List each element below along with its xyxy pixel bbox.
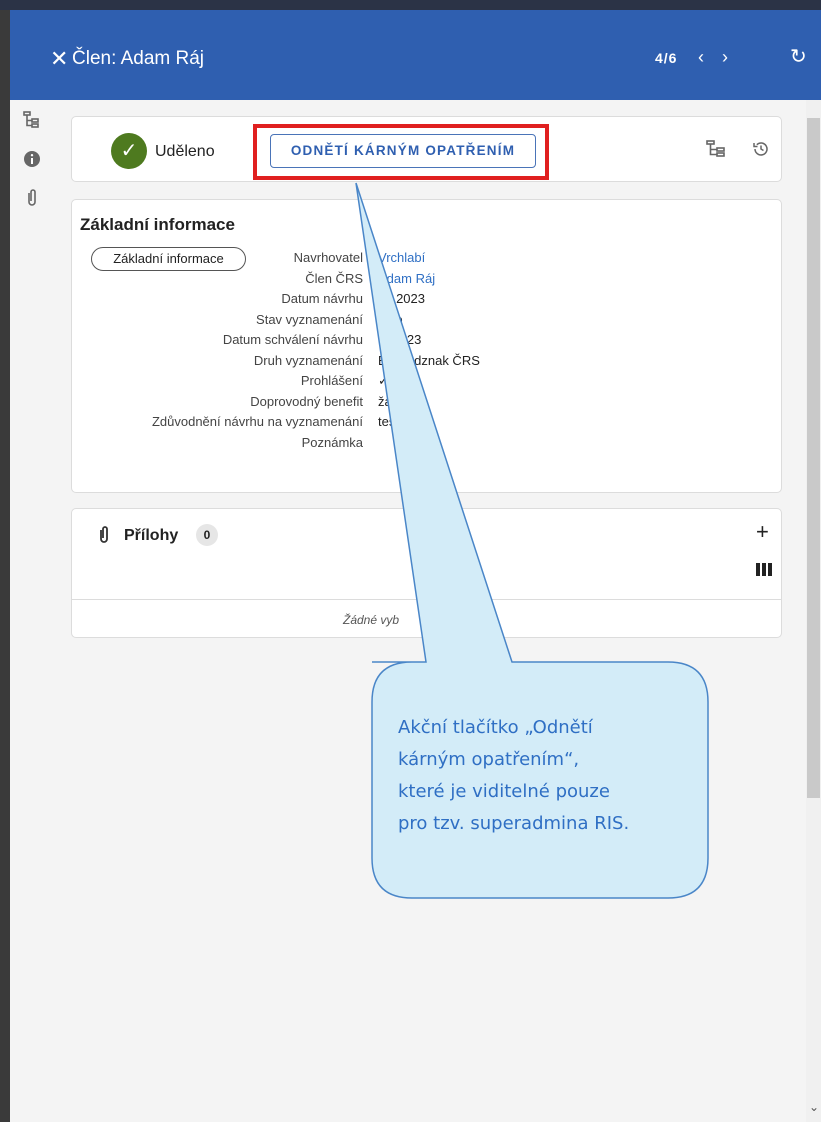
field-value[interactable]: Vrchlabí [378,250,425,265]
field-label: Doprovodný benefit [250,393,363,409]
tree-svg-right [706,140,725,157]
info-row: Druh vyznamenání B vý odznak ČRS [72,353,783,373]
field-label: Poznámka [301,434,363,450]
field-label: Člen ČRS [305,270,363,286]
app-root: ✕ Člen: Adam Ráj 4/6 ‹ › ↻ ⌄ ✓ Uděleno O… [0,0,821,1122]
attachments-count-badge: 0 [196,524,218,546]
close-icon[interactable]: ✕ [50,48,68,70]
check-icon: ✓ [111,133,147,169]
history-svg [753,142,768,156]
section-title: Základní informace [80,215,235,234]
field-value: žá [378,393,392,409]
field-value: tes [378,414,396,429]
callout-line: kárným opatřením“, [398,749,580,770]
attachments-title: Přílohy [124,527,179,544]
attachments-card: Přílohy 0 + Žádné vyb [71,508,782,638]
paperclip-svg [28,189,36,206]
background-strip [0,10,10,1122]
record-pager: 4/6 [655,50,678,66]
info-row: Zdůvodnění návrhu na vyznamenání tes [72,414,783,434]
field-label: Prohlášení [300,373,363,388]
info-row: Datum schválení návrhu 0 .2023 [72,332,783,352]
field-label: Datum schválení návrhu [222,332,363,347]
field-value: B vý odznak ČRS [378,352,480,368]
info-svg [24,151,40,167]
status-label: Uděleno [155,143,215,160]
refresh-icon[interactable]: ↻ [790,46,807,68]
chevron-down-icon[interactable]: ⌄ [809,1100,819,1114]
info-row: Prohlášení ✓ [72,373,783,393]
field-label: Zdůvodnění návrhu na vyznamenání [151,414,363,429]
tree-svg [23,111,39,128]
field-value: leno [378,311,403,327]
info-row: Poznámka [72,435,783,455]
paperclip-icon[interactable] [18,188,46,216]
tree-icon[interactable] [706,140,728,163]
info-row: Navrhovatel Vrchlabí [72,250,783,270]
field-label: Datum návrhu [281,291,363,306]
basic-info-card: Základní informace Základní informace Na… [71,199,782,493]
paperclip-icon [96,525,112,550]
att-clip-svg [100,526,108,543]
info-row: Stav vyznamenání leno [72,312,783,332]
columns-svg [756,563,772,576]
history-icon[interactable] [752,140,770,163]
info-row: Doprovodný benefit žá [72,394,783,414]
callout-line: Akční tlačítko „Odnětí [398,717,593,738]
field-value: ✓ [378,373,389,388]
field-value[interactable]: Adam Ráj [378,271,435,286]
add-attachment-icon[interactable]: + [756,519,769,545]
scrollbar-thumb[interactable] [807,118,820,798]
tree-icon[interactable] [18,108,46,136]
field-label: Stav vyznamenání [256,311,363,327]
callout-text: Akční tlačítko „Odnětí kárným opatřením“… [398,712,698,840]
field-label: Druh vyznamenání [253,352,363,368]
field-label: Navrhovatel [293,250,363,265]
field-value: 0 .2023 [378,332,422,347]
page-title: Člen: Adam Ráj [72,48,205,69]
empty-state-text: Žádné vyb [343,613,400,627]
chevron-left-icon[interactable]: ‹ [698,46,704,68]
info-row: Datum návrhu 08.2023 [72,291,783,311]
chevron-right-icon[interactable]: › [722,46,728,68]
top-strip [0,0,821,10]
info-row: Člen ČRS Adam Ráj [72,271,783,291]
info-icon[interactable] [18,148,46,176]
callout-line: pro tzv. superadmina RIS. [398,813,630,834]
divider [72,599,781,600]
columns-icon[interactable] [756,563,772,579]
callout-line: které je viditelné pouze [398,781,610,802]
highlight-box [253,124,549,180]
field-value: 08.2023 [378,291,425,306]
